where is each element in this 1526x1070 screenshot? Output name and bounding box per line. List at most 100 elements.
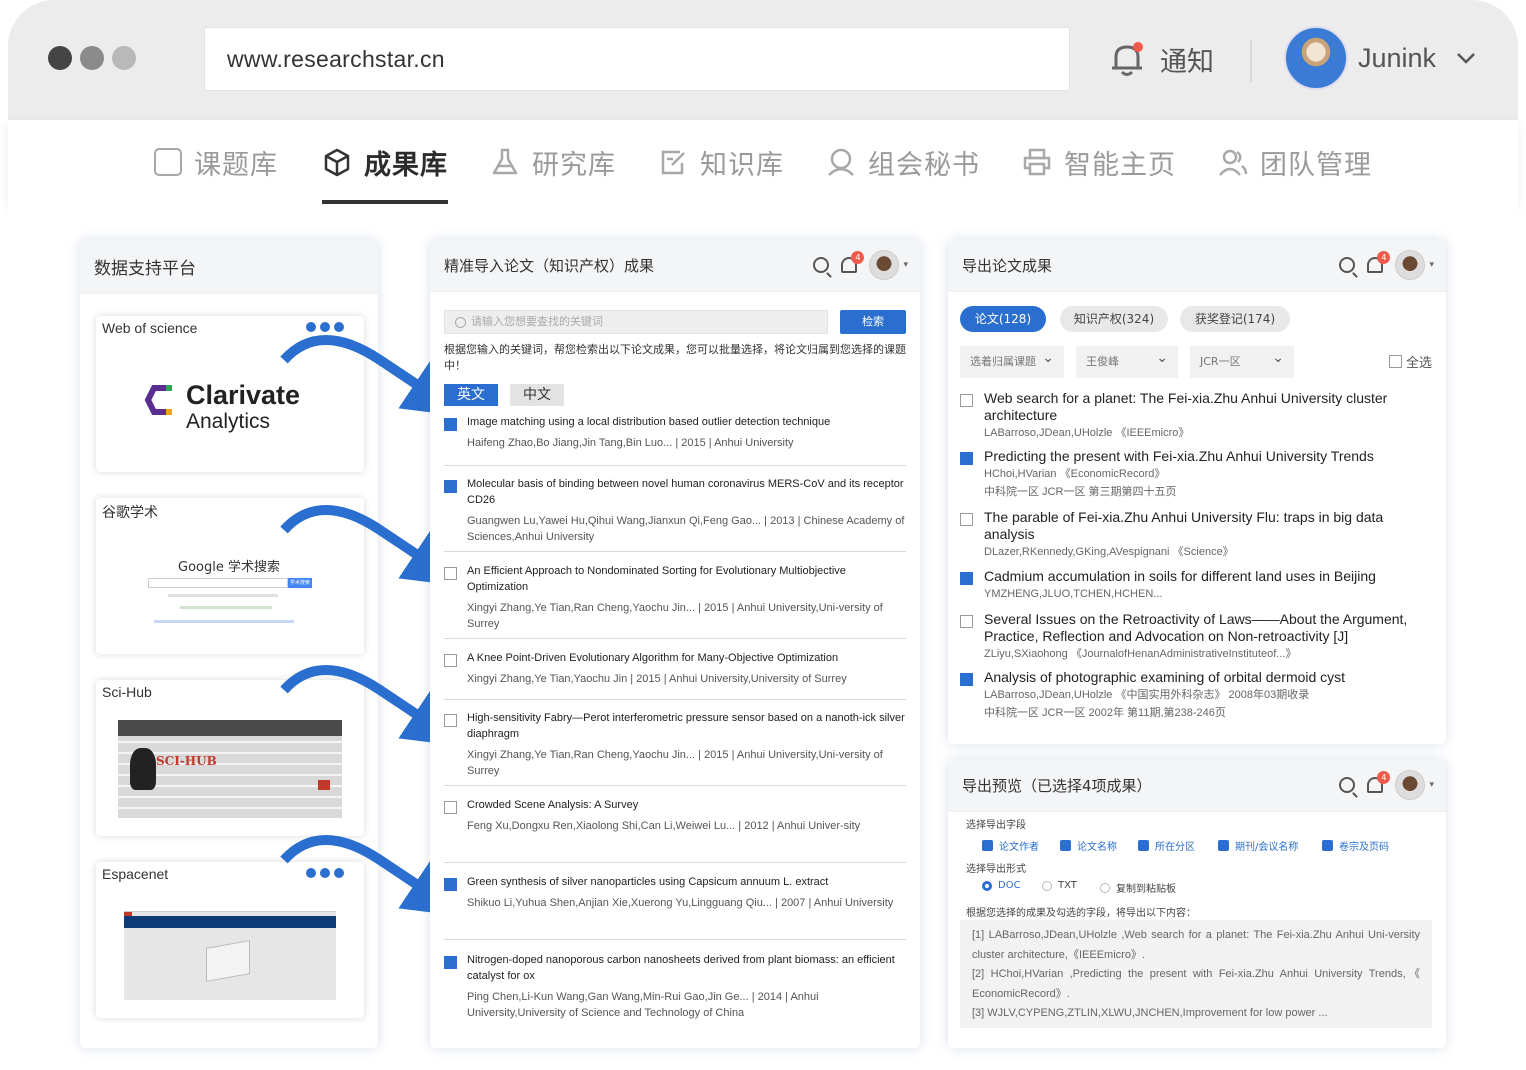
paper-checkbox[interactable] — [444, 956, 457, 969]
paper-item[interactable]: A Knee Point-Driven Evolutionary Algorit… — [444, 650, 906, 700]
preview-line: [2] HChoi,HVarian ,Predicting the presen… — [972, 968, 1420, 1000]
nav-item-topics[interactable]: 课题库 — [154, 120, 278, 204]
paper-meta: Guangwen Lu,Yawei Hu,Qihui Wang,Jianxun … — [467, 515, 905, 543]
checkbox-checked — [1218, 840, 1229, 851]
paper-item[interactable]: Molecular basis of binding between novel… — [444, 476, 906, 552]
field-checkbox[interactable]: 论文作者 — [982, 838, 1039, 853]
export-checkbox[interactable] — [960, 615, 973, 628]
field-checkbox[interactable]: 所在分区 — [1138, 838, 1195, 853]
panel-title: 精准导入论文（知识产权）成果 — [444, 257, 655, 275]
window-minimize-dot[interactable] — [80, 46, 104, 70]
export-item[interactable]: The parable of Fei-xia.Zhu Anhui Univers… — [960, 509, 1434, 561]
export-item[interactable]: Cadmium accumulation in soils for differ… — [960, 568, 1434, 603]
export-title: Predicting the present with Fei-xia.Zhu … — [984, 448, 1374, 464]
address-bar[interactable]: www.researchstar.cn — [204, 27, 1070, 91]
panel-header: 导出论文成果 4 ▾ — [948, 240, 1446, 292]
paper-title: Image matching using a local distributio… — [467, 416, 831, 428]
nav-label: 研究库 — [532, 149, 616, 181]
user-menu[interactable]: Junink — [1284, 26, 1478, 90]
author-select[interactable]: 王俊峰 — [1076, 342, 1178, 378]
paper-checkbox[interactable] — [444, 714, 457, 727]
chevron-down-icon[interactable]: ▾ — [903, 260, 908, 270]
search-icon[interactable] — [1339, 257, 1356, 273]
search-icon[interactable] — [1339, 777, 1356, 793]
search-icon[interactable] — [813, 257, 830, 273]
paper-meta: Haifeng Zhao,Bo Jiang,Jin Tang,Bin Luo..… — [467, 437, 794, 449]
search-input[interactable]: 请输入您想要查找的关键词 — [444, 310, 828, 334]
export-item[interactable]: Web search for a planet: The Fei-xia.Zhu… — [960, 390, 1434, 442]
nav-item-team[interactable]: 团队管理 — [1218, 120, 1372, 204]
bell-icon[interactable]: 4 — [1367, 251, 1391, 273]
bell-icon[interactable]: 4 — [841, 251, 865, 273]
export-checkbox[interactable] — [960, 513, 973, 526]
window-close-dot[interactable] — [48, 46, 72, 70]
tab-ip[interactable]: 知识产权(324) — [1060, 306, 1168, 332]
paper-meta: Xingyi Zhang,Ye Tian,Ran Cheng,Yaochu Ji… — [467, 602, 883, 630]
chevron-down-icon — [1457, 53, 1475, 64]
paper-item[interactable]: Green synthesis of silver nanoparticles … — [444, 874, 906, 940]
paper-checkbox[interactable] — [444, 878, 457, 891]
search-description: 根据您输入的关键词，帮您检索出以下论文成果，您可以批量选择，将论文归属到您选择的… — [444, 343, 906, 372]
export-item[interactable]: Several Issues on the Retroactivity of L… — [960, 611, 1434, 663]
paper-meta: Shikuo Li,Yuhua Shen,Anjian Xie,Xuerong … — [467, 897, 894, 909]
field-checkbox[interactable]: 期刊/会议名称 — [1218, 838, 1298, 853]
username: Junink — [1358, 42, 1437, 73]
paper-item[interactable]: An Efficient Approach to Nondominated So… — [444, 563, 906, 639]
select-all-checkbox[interactable] — [1388, 355, 1402, 368]
tab-papers[interactable]: 论文(128) — [960, 306, 1046, 332]
field-checkbox[interactable]: 卷宗及页码 — [1322, 838, 1389, 853]
field-label: 论文名称 — [1077, 842, 1117, 853]
tab-awards[interactable]: 获奖登记(174) — [1180, 306, 1290, 332]
select-all[interactable]: 全选 — [1388, 352, 1432, 371]
bell-icon[interactable]: 4 — [1367, 771, 1391, 793]
nav-item-knowledge[interactable]: 知识库 — [658, 120, 784, 204]
nav-item-homepage[interactable]: 智能主页 — [1022, 120, 1176, 204]
topic-select[interactable]: 选着归属课题 — [960, 342, 1064, 378]
export-checkbox[interactable] — [960, 394, 973, 407]
paper-checkbox[interactable] — [444, 418, 457, 431]
panel-tools: 4 ▾ — [1339, 250, 1434, 280]
field-checkbox[interactable]: 论文名称 — [1060, 838, 1117, 853]
edit-note-icon — [661, 150, 685, 175]
format-radio-doc[interactable]: DOC — [982, 880, 1021, 891]
export-checkbox[interactable] — [960, 673, 973, 686]
scihub-logo-text: SCI-HUB — [156, 754, 217, 768]
format-radio-txt[interactable]: TXT — [1042, 880, 1077, 891]
export-item[interactable]: Predicting the present with Fei-xia.Zhu … — [960, 448, 1434, 501]
paper-item[interactable]: High-sensitivity Fabry—Perot interferome… — [444, 710, 906, 786]
tab-english[interactable]: 英文 — [444, 384, 498, 406]
export-item[interactable]: Analysis of photographic examining of or… — [960, 669, 1434, 722]
topic-library-icon — [154, 148, 182, 176]
paper-title: Crowded Scene Analysis: A Survey — [467, 799, 639, 811]
format-radio-clipboard[interactable]: 复制到粘贴板 — [1100, 880, 1176, 895]
window-maximize-dot[interactable] — [112, 46, 136, 70]
paper-title: Nitrogen-doped nanoporous carbon nanoshe… — [467, 954, 895, 982]
export-meta: HChoi,HVarian 《EconomicRecord》 — [984, 468, 1166, 480]
jcr-select[interactable]: JCR一区 — [1190, 342, 1294, 378]
nav-item-group-meeting[interactable]: 组会秘书 — [826, 120, 980, 204]
search-button[interactable]: 检索 — [840, 310, 906, 334]
export-title: Web search for a planet: The Fei-xia.Zhu… — [984, 390, 1388, 423]
notification-label: 通知 — [1160, 46, 1214, 78]
paper-checkbox[interactable] — [444, 654, 457, 667]
avatar[interactable] — [869, 250, 900, 280]
nav-item-research[interactable]: 研究库 — [490, 120, 616, 204]
notification-button[interactable]: 通知 — [1108, 34, 1214, 84]
avatar[interactable] — [1395, 770, 1426, 800]
chevron-down-icon[interactable]: ▾ — [1429, 780, 1434, 790]
fields-label: 选择导出字段 — [966, 820, 1026, 831]
paper-meta: Xingyi Zhang,Ye Tian,Ran Cheng,Yaochu Ji… — [467, 749, 883, 777]
radio-dot — [1042, 880, 1052, 891]
paper-checkbox[interactable] — [444, 480, 457, 493]
paper-item[interactable]: Image matching using a local distributio… — [444, 414, 906, 466]
nav-item-achievements[interactable]: 成果库 — [322, 120, 448, 204]
export-checkbox[interactable] — [960, 572, 973, 585]
paper-checkbox[interactable] — [444, 567, 457, 580]
chevron-down-icon[interactable]: ▾ — [1429, 260, 1434, 270]
paper-item[interactable]: Nitrogen-doped nanoporous carbon nanoshe… — [444, 952, 906, 1028]
tab-chinese[interactable]: 中文 — [510, 384, 564, 406]
paper-item[interactable]: Crowded Scene Analysis: A Survey Feng Xu… — [444, 797, 906, 863]
paper-checkbox[interactable] — [444, 801, 457, 814]
avatar[interactable] — [1395, 250, 1426, 280]
export-checkbox[interactable] — [960, 452, 973, 465]
